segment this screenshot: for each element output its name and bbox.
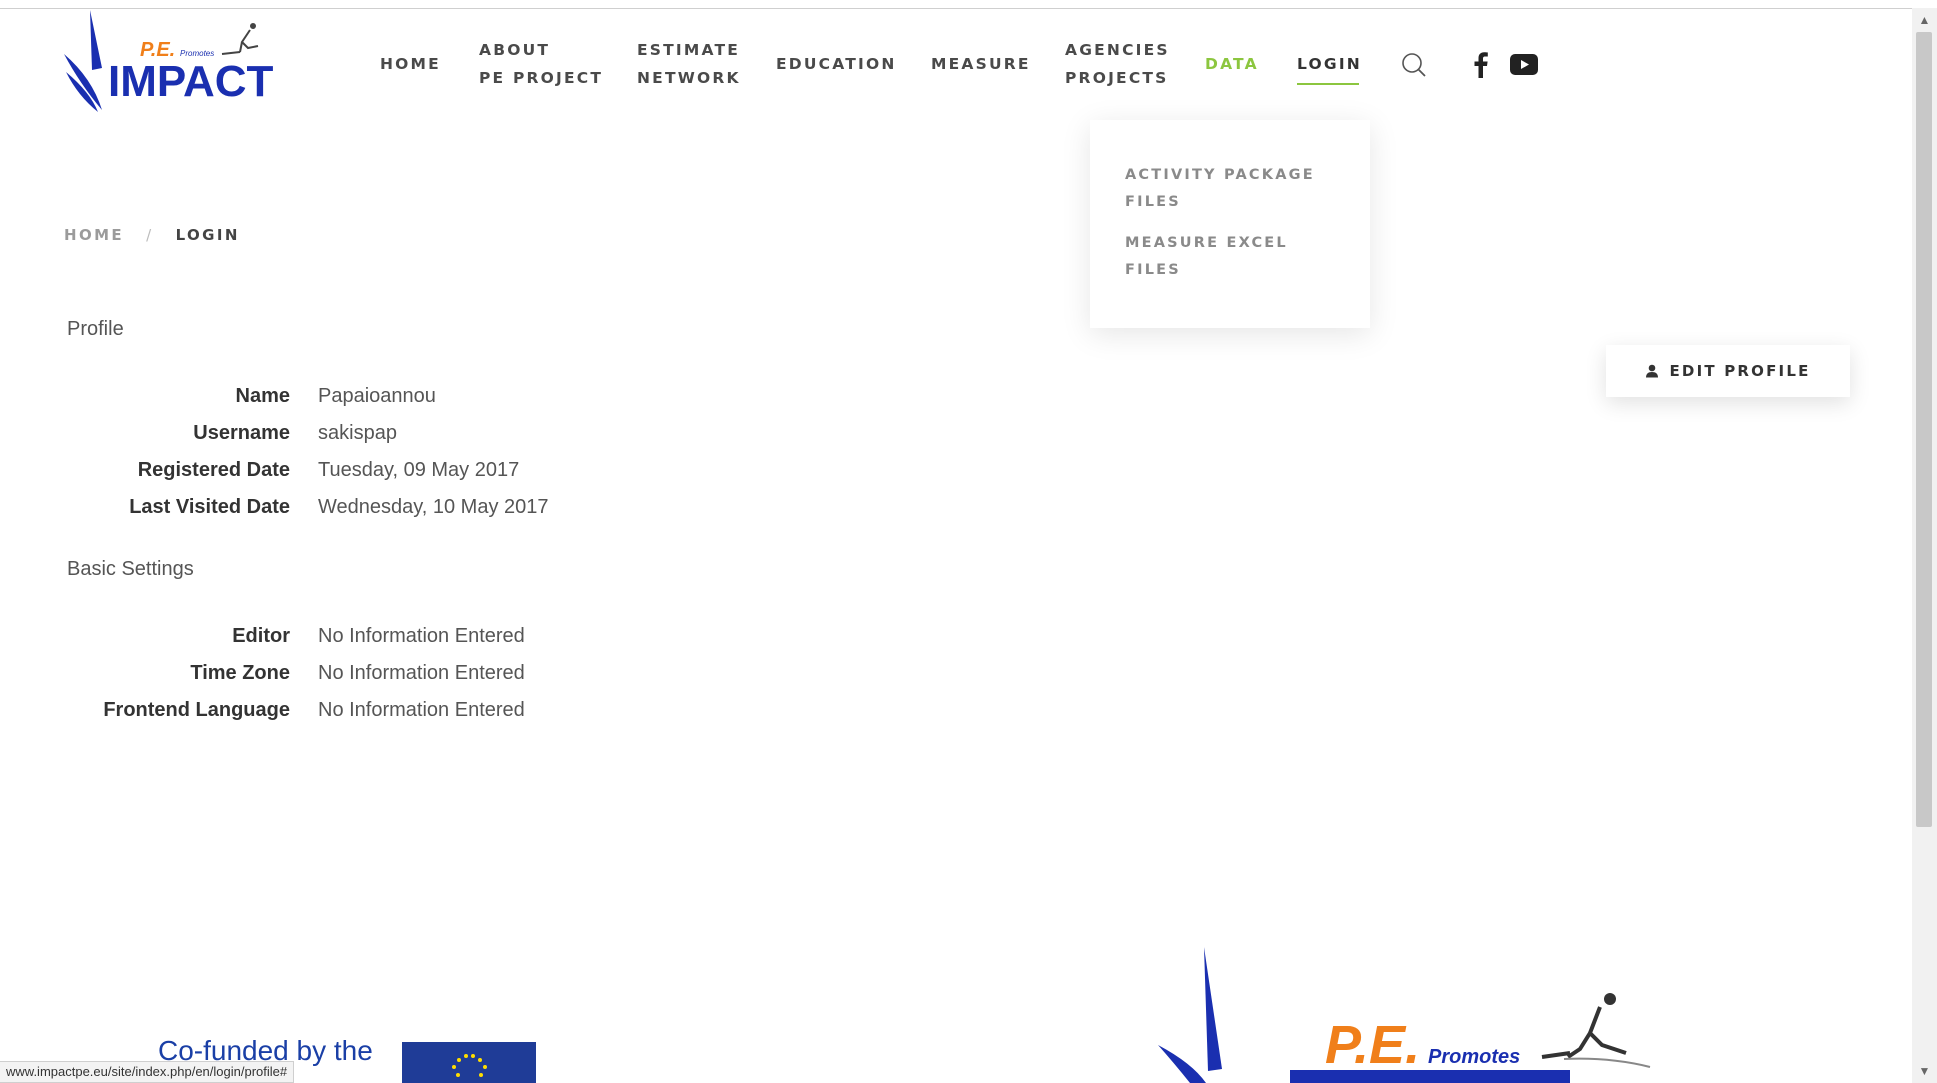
footer-impact-logo: P.E. Promotes: [1158, 947, 1651, 1083]
field-label: Username: [193, 422, 290, 444]
dropdown-item-line2: FILES: [1125, 262, 1181, 278]
edit-profile-button[interactable]: EDIT PROFILE: [1606, 345, 1850, 397]
field-label: Frontend Language: [103, 699, 290, 721]
svg-text:Promotes: Promotes: [1428, 1046, 1520, 1068]
breadcrumb-separator: /: [146, 226, 154, 244]
field-value: sakispap: [318, 422, 397, 444]
field-value: Wednesday, 10 May 2017: [318, 496, 549, 518]
youtube-icon[interactable]: [1510, 54, 1538, 75]
field-value: Tuesday, 09 May 2017: [318, 459, 520, 481]
nav-estimate-line1: ESTIMATE: [637, 41, 741, 59]
field-label: Registered Date: [137, 459, 290, 481]
dropdown-item-line1: MEASURE EXCEL: [1125, 235, 1288, 251]
dropdown-item-line1: ACTIVITY PACKAGE: [1125, 167, 1315, 183]
nav-education[interactable]: EDUCATION: [776, 50, 897, 78]
nav-data[interactable]: DATA: [1205, 50, 1259, 78]
data-dropdown-menu: ACTIVITY PACKAGE FILES MEASURE EXCEL FIL…: [1090, 120, 1370, 328]
scroll-up-arrow-icon[interactable]: ▲: [1912, 10, 1937, 30]
nav-estimate-line2: NETWORK: [637, 69, 741, 87]
facebook-icon[interactable]: [1474, 51, 1488, 78]
nav-agencies-line1: AGENCIES: [1065, 41, 1170, 59]
field-value: No Information Entered: [318, 699, 525, 721]
field-label: Time Zone: [190, 662, 290, 684]
nav-estimate-network[interactable]: ESTIMATE NETWORK: [637, 36, 741, 92]
nav-home[interactable]: HOME: [380, 50, 441, 78]
search-icon[interactable]: [1401, 52, 1427, 78]
nav-about-line1: ABOUT: [479, 41, 551, 59]
eu-flag-icon: [402, 1042, 536, 1083]
field-value: Papaioannou: [318, 385, 436, 407]
scroll-down-arrow-icon[interactable]: ▼: [1912, 1061, 1937, 1081]
svg-text:IMPACT: IMPACT: [108, 57, 274, 106]
impact-logo[interactable]: P.E. Promotes IMPACT: [62, 8, 312, 113]
breadcrumb: HOME / LOGIN: [64, 226, 240, 244]
nav-about-line2: PE PROJECT: [479, 69, 604, 87]
field-label: Last Visited Date: [129, 496, 290, 518]
dropdown-item-activity-package-files[interactable]: ACTIVITY PACKAGE FILES: [1125, 162, 1335, 216]
edit-profile-label: EDIT PROFILE: [1669, 362, 1811, 380]
profile-section-title: Profile: [67, 318, 124, 340]
nav-measure[interactable]: MEASURE: [931, 50, 1031, 78]
nav-about-pe-project[interactable]: ABOUT PE PROJECT: [479, 36, 603, 92]
scrollbar-thumb[interactable]: [1916, 32, 1932, 827]
field-label: Name: [235, 385, 290, 407]
vertical-scrollbar[interactable]: ▲ ▼: [1912, 8, 1937, 1083]
dropdown-item-measure-excel-files[interactable]: MEASURE EXCEL FILES: [1125, 230, 1335, 284]
nav-agencies-line2: PROJECTS: [1065, 69, 1169, 87]
svg-text:P.E.: P.E.: [1325, 1015, 1420, 1075]
browser-status-bar: www.impactpe.eu/site/index.php/en/login/…: [0, 1061, 295, 1083]
nav-login-active-indicator: [1297, 83, 1359, 85]
basic-settings-section-title: Basic Settings: [67, 558, 194, 580]
breadcrumb-current: LOGIN: [175, 226, 240, 244]
dropdown-item-line2: FILES: [1125, 194, 1181, 210]
user-icon: [1646, 364, 1659, 378]
breadcrumb-home[interactable]: HOME: [64, 226, 124, 244]
field-value: No Information Entered: [318, 662, 525, 684]
nav-agencies-projects[interactable]: AGENCIES PROJECTS: [1065, 36, 1170, 92]
field-value: No Information Entered: [318, 625, 525, 647]
field-label: Editor: [232, 625, 290, 647]
nav-login[interactable]: LOGIN: [1297, 50, 1362, 78]
